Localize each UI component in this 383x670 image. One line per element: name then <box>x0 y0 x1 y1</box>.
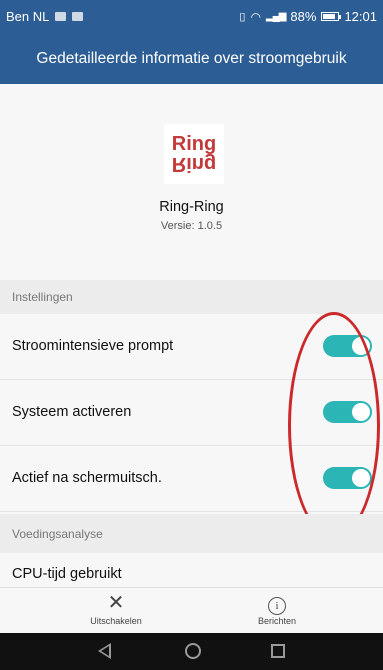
disable-button[interactable]: ✕ Uitschakelen <box>56 592 176 626</box>
app-name: Ring-Ring <box>159 199 224 215</box>
recents-icon <box>271 644 285 658</box>
signal-icon: ▂▄▆ <box>265 11 286 22</box>
app-logo: Ring Ring <box>164 124 224 184</box>
app-bar: Gedetailleerde informatie over stroomgeb… <box>0 34 383 84</box>
info-icon: i <box>268 597 286 615</box>
section-title-settings: Instellingen <box>12 290 73 304</box>
carrier-label: Ben NL <box>6 9 50 24</box>
setting-row-power-intensive-prompt[interactable]: Stroomintensieve prompt <box>0 314 383 380</box>
messages-label: Berichten <box>257 616 297 626</box>
toggle-knob <box>352 403 370 421</box>
toggle-knob <box>352 337 370 355</box>
cpu-time-row[interactable]: CPU-tijd gebruikt <box>0 553 383 587</box>
home-icon <box>185 643 201 659</box>
image-notification-icon <box>72 12 84 21</box>
close-icon: ✕ <box>107 592 125 614</box>
power-intensive-prompt-toggle[interactable] <box>323 335 372 357</box>
app-version: Versie: 1.0.5 <box>160 220 223 232</box>
bottom-action-bar: ✕ Uitschakelen i Berichten <box>0 587 383 633</box>
system-activate-toggle[interactable] <box>323 401 372 423</box>
page-title: Gedetailleerde informatie over stroomgeb… <box>36 50 347 67</box>
recents-button[interactable] <box>268 641 288 661</box>
back-button[interactable] <box>95 641 115 661</box>
setting-label: Systeem activeren <box>12 404 132 420</box>
setting-row-active-after-screen-off[interactable]: Actief na schermuitsch. <box>0 446 383 512</box>
section-header-settings: Instellingen <box>0 280 383 314</box>
wifi-icon: ◠ <box>250 9 261 24</box>
battery-percent: 88% <box>290 9 317 24</box>
messages-button[interactable]: i Berichten <box>217 592 337 626</box>
toggle-knob <box>352 469 370 487</box>
setting-label: Actief na schermuitsch. <box>12 470 162 486</box>
app-header: Ring Ring Ring-Ring Versie: 1.0.5 <box>0 84 383 280</box>
battery-icon <box>321 12 342 21</box>
setting-label: Stroomintensieve prompt <box>12 338 174 354</box>
active-after-screen-off-toggle[interactable] <box>323 467 372 489</box>
setting-row-system-activate[interactable]: Systeem activeren <box>0 380 383 446</box>
system-navigation-bar <box>0 633 383 670</box>
vibrate-icon: ▯ <box>239 11 246 23</box>
clock: 12:01 <box>344 9 377 24</box>
home-button[interactable] <box>183 641 203 661</box>
section-title-analysis: Voedingsanalyse <box>12 526 103 541</box>
disable-label: Uitschakelen <box>90 616 142 626</box>
logo-text-bottom: Ring <box>171 153 217 175</box>
cpu-time-label: CPU-tijd gebruikt <box>12 566 122 582</box>
status-bar: Ben NL ▯ ◠ ▂▄▆ 88% 12:01 <box>0 0 383 34</box>
section-header-analysis: Voedingsanalyse <box>0 514 383 553</box>
sim-icon <box>55 12 67 21</box>
logo-text-top: Ring <box>171 133 217 155</box>
